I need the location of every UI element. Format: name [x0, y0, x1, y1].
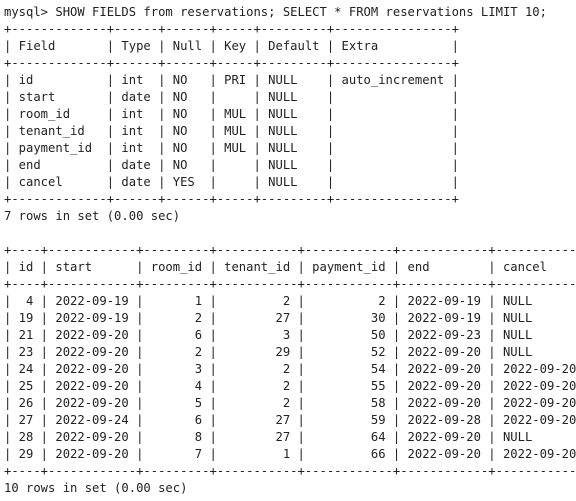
table-row: | tenant_id | int | NO | MUL | NULL | |: [4, 124, 459, 138]
table-row: | 26 | 2022-09-20 | 5 | 2 | 58 | 2022-09…: [4, 396, 576, 410]
table-row: | 24 | 2022-09-20 | 3 | 2 | 54 | 2022-09…: [4, 362, 576, 376]
table-row: | payment_id | int | NO | MUL | NULL | |: [4, 141, 459, 155]
table-row: | start | date | NO | | NULL | |: [4, 90, 459, 104]
table-border-mid: +-------------+------+------+-----+-----…: [4, 56, 459, 70]
table-row: | 28 | 2022-09-20 | 8 | 27 | 64 | 2022-0…: [4, 430, 576, 444]
select-summary: 10 rows in set (0.00 sec): [4, 481, 188, 495]
table-header-row: | id | start | room_id | tenant_id | pay…: [4, 260, 576, 274]
table-row: | room_id | int | NO | MUL | NULL | |: [4, 107, 459, 121]
table-border-top: +----+------------+---------+-----------…: [4, 243, 576, 257]
table-header-row: | Field | Type | Null | Key | Default | …: [4, 39, 459, 53]
table-border-top: +-------------+------+------+-----+-----…: [4, 22, 459, 36]
table-row: | 4 | 2022-09-19 | 1 | 2 | 2 | 2022-09-1…: [4, 294, 576, 308]
table-row: | end | date | NO | | NULL | |: [4, 158, 459, 172]
table-row: | 27 | 2022-09-24 | 6 | 27 | 59 | 2022-0…: [4, 413, 576, 427]
table-row: | 25 | 2022-09-20 | 4 | 2 | 55 | 2022-09…: [4, 379, 576, 393]
select-result-table: +----+------------+---------+-----------…: [4, 242, 576, 480]
command-line: mysql> SHOW FIELDS from reservations; SE…: [4, 5, 547, 19]
table-row: | 29 | 2022-09-20 | 7 | 1 | 66 | 2022-09…: [4, 447, 576, 461]
table-border-mid: +----+------------+---------+-----------…: [4, 277, 576, 291]
mysql-terminal-output[interactable]: mysql> SHOW FIELDS from reservations; SE…: [0, 0, 576, 501]
table-row: | cancel | date | YES | | NULL | |: [4, 175, 459, 189]
table-border-bottom: +----+------------+---------+-----------…: [4, 464, 576, 478]
fields-summary: 7 rows in set (0.00 sec): [4, 209, 181, 223]
table-row: | id | int | NO | PRI | NULL | auto_incr…: [4, 73, 459, 87]
table-row: | 21 | 2022-09-20 | 6 | 3 | 50 | 2022-09…: [4, 328, 576, 342]
table-row: | 23 | 2022-09-20 | 2 | 29 | 52 | 2022-0…: [4, 345, 576, 359]
table-row: | 19 | 2022-09-19 | 2 | 27 | 30 | 2022-0…: [4, 311, 576, 325]
fields-result-table: +-------------+------+------+-----+-----…: [4, 21, 576, 208]
table-border-bottom: +-------------+------+------+-----+-----…: [4, 192, 459, 206]
